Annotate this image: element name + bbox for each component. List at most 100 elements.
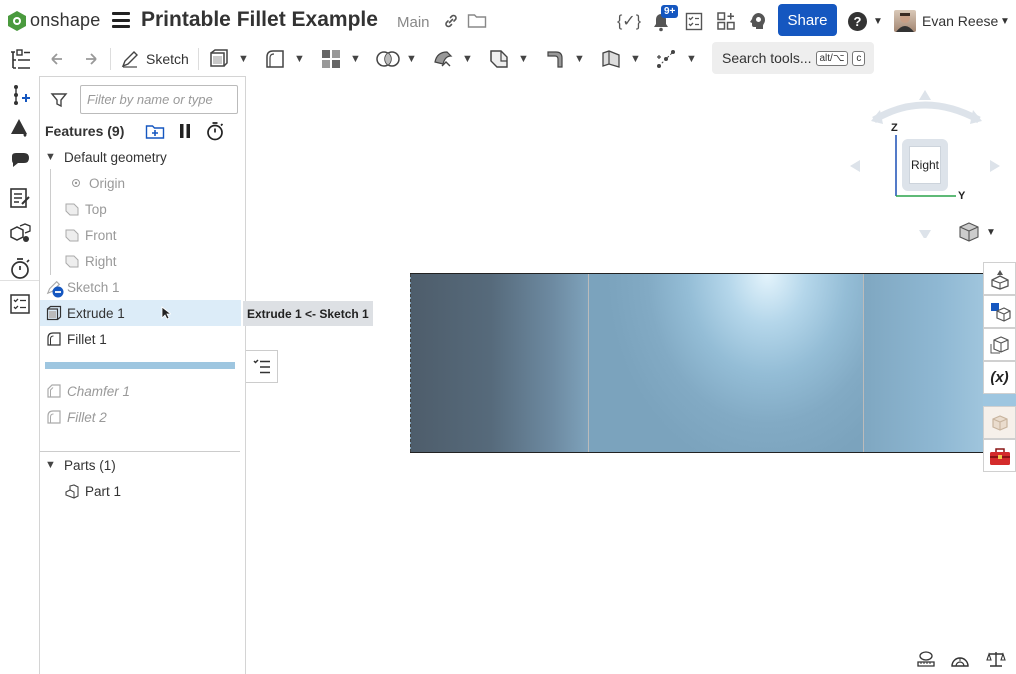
tree-item-front-plane[interactable]: Front [40, 222, 245, 248]
fillet-chevron-down-icon[interactable]: ▼ [294, 53, 305, 65]
configuration-panel-button[interactable] [983, 262, 1016, 295]
appearance-icon[interactable] [8, 116, 32, 140]
appearance-panel-button[interactable] [983, 406, 1016, 439]
tree-item-part-1[interactable]: Part 1 [40, 478, 245, 504]
rollback-bar[interactable] [45, 362, 235, 369]
filter-icon[interactable] [50, 91, 68, 109]
tree-item-extrude-1[interactable]: Extrude 1 [40, 300, 241, 326]
tree-item-label: Right [85, 253, 117, 269]
tree-item-default-geometry[interactable]: ▼ Default geometry [40, 144, 245, 170]
sheet-metal-tool-button[interactable]: ▼ [544, 46, 585, 72]
fillet-icon [46, 331, 62, 347]
model-face-fillet[interactable] [588, 274, 864, 452]
pattern-chevron-down-icon[interactable]: ▼ [350, 53, 361, 65]
tree-item-chamfer-1[interactable]: Chamfer 1 [40, 378, 245, 404]
curvature-protractor-icon[interactable] [950, 650, 970, 668]
parts-list-icon[interactable] [8, 222, 32, 246]
view-up-arrow-icon[interactable] [919, 90, 931, 100]
view-right-arrow-icon[interactable] [990, 160, 1000, 172]
filter-input[interactable] [80, 85, 238, 114]
rotate-arc-icon[interactable] [872, 101, 981, 124]
custom-features-button[interactable] [983, 439, 1016, 472]
history-stopwatch-icon[interactable] [8, 256, 32, 280]
comments-icon[interactable] [8, 150, 32, 174]
extrude-chevron-down-icon[interactable]: ▼ [238, 53, 249, 65]
right-dock: (x) [983, 262, 1016, 472]
surface-chevron-down-icon[interactable]: ▼ [630, 53, 641, 65]
plane-icon [64, 201, 80, 217]
feature-list-icon[interactable] [8, 48, 32, 72]
sketch-button[interactable]: Sketch [120, 46, 189, 72]
point-tool-button[interactable]: ▼ [654, 46, 697, 72]
y-axis-label: Y [958, 190, 966, 202]
plane-tool-button[interactable]: ▼ [488, 46, 529, 72]
pattern-tool-button[interactable]: ▼ [320, 46, 361, 72]
units-ruler-icon[interactable] [916, 650, 936, 668]
tree-item-fillet-1[interactable]: Fillet 1 [40, 326, 245, 352]
notes-icon[interactable] [8, 186, 32, 210]
avatar[interactable] [894, 10, 916, 32]
sheet-metal-chevron-down-icon[interactable]: ▼ [574, 53, 585, 65]
redo-icon[interactable] [82, 46, 100, 72]
model-face-left[interactable] [410, 274, 588, 452]
undo-icon[interactable] [48, 46, 66, 72]
onshape-logo-icon[interactable] [6, 10, 28, 32]
tree-item-right-plane[interactable]: Right [40, 248, 245, 274]
point-chevron-down-icon[interactable]: ▼ [686, 53, 697, 65]
user-chevron-down-icon[interactable]: ▼ [1000, 16, 1010, 27]
view-left-arrow-icon[interactable] [850, 160, 860, 172]
boolean-tool-button[interactable]: ▼ [376, 46, 417, 72]
shortcut-key-alt: alt/⌥ [815, 50, 849, 66]
feature-list-toggle-button[interactable] [246, 350, 278, 383]
view-options-button[interactable]: ▼ [958, 221, 998, 243]
learning-center-icon[interactable] [748, 11, 768, 31]
variable-table-button[interactable]: (x) [983, 361, 1016, 394]
tree-item-parts[interactable]: ▼ Parts (1) [40, 452, 245, 478]
model-part-1[interactable] [410, 273, 990, 453]
plane-chevron-down-icon[interactable]: ▼ [518, 53, 529, 65]
search-tools-button[interactable]: Search tools... alt/⌥ c [712, 42, 874, 74]
extrude-tool-button[interactable]: ▼ [208, 46, 249, 72]
document-title[interactable]: Printable Fillet Example [141, 8, 378, 32]
tree-item-fillet-2[interactable]: Fillet 2 [40, 404, 245, 430]
chevron-down-icon[interactable]: ▼ [45, 459, 59, 471]
tasks-icon[interactable] [685, 12, 703, 31]
tree-item-top-plane[interactable]: Top [40, 196, 245, 222]
tree-item-origin[interactable]: Origin [40, 170, 245, 196]
rebuild-timer-icon[interactable] [205, 121, 225, 141]
parts-panel-button[interactable] [983, 295, 1016, 328]
folder-icon[interactable] [467, 12, 487, 29]
tree-item-sketch-1[interactable]: Sketch 1 [40, 274, 245, 300]
variables-list-icon[interactable] [8, 292, 32, 316]
mass-properties-button[interactable] [983, 328, 1016, 361]
view-chevron-down-icon[interactable]: ▼ [986, 227, 996, 238]
tree-item-label: Part 1 [85, 483, 122, 499]
new-folder-icon[interactable] [145, 121, 165, 141]
view-down-arrow-icon[interactable] [919, 230, 931, 238]
pause-icon[interactable] [175, 121, 195, 141]
transform-tool-button[interactable]: ▼ [432, 46, 473, 72]
view-cube-face-right[interactable]: Right [902, 139, 948, 191]
tree-item-label: Parts (1) [64, 457, 116, 473]
app-store-icon[interactable] [716, 11, 736, 31]
surface-tool-button[interactable]: ▼ [600, 46, 641, 72]
branch-name[interactable]: Main [397, 14, 430, 31]
user-name[interactable]: Evan Reese [922, 13, 998, 29]
link-icon[interactable] [443, 13, 459, 29]
transform-chevron-down-icon[interactable]: ▼ [462, 53, 473, 65]
share-button[interactable]: Share [778, 4, 837, 36]
fillet-tool-button[interactable]: ▼ [264, 46, 305, 72]
help-chevron-down-icon[interactable]: ▼ [873, 16, 883, 27]
insert-mate-icon[interactable] [8, 82, 32, 106]
surface-icon [602, 50, 620, 68]
menu-icon[interactable] [112, 12, 130, 28]
tree-item-label: Front [85, 227, 117, 243]
part-icon [64, 483, 80, 499]
boolean-chevron-down-icon[interactable]: ▼ [406, 53, 417, 65]
mass-properties-scale-icon[interactable] [986, 650, 1006, 668]
notification-badge: 9+ [661, 5, 679, 18]
help-icon[interactable]: ? [848, 12, 867, 31]
variables-studio-icon[interactable]: {✓} [617, 10, 641, 32]
model-face-right[interactable] [864, 274, 990, 452]
chevron-down-icon[interactable]: ▼ [45, 151, 59, 163]
